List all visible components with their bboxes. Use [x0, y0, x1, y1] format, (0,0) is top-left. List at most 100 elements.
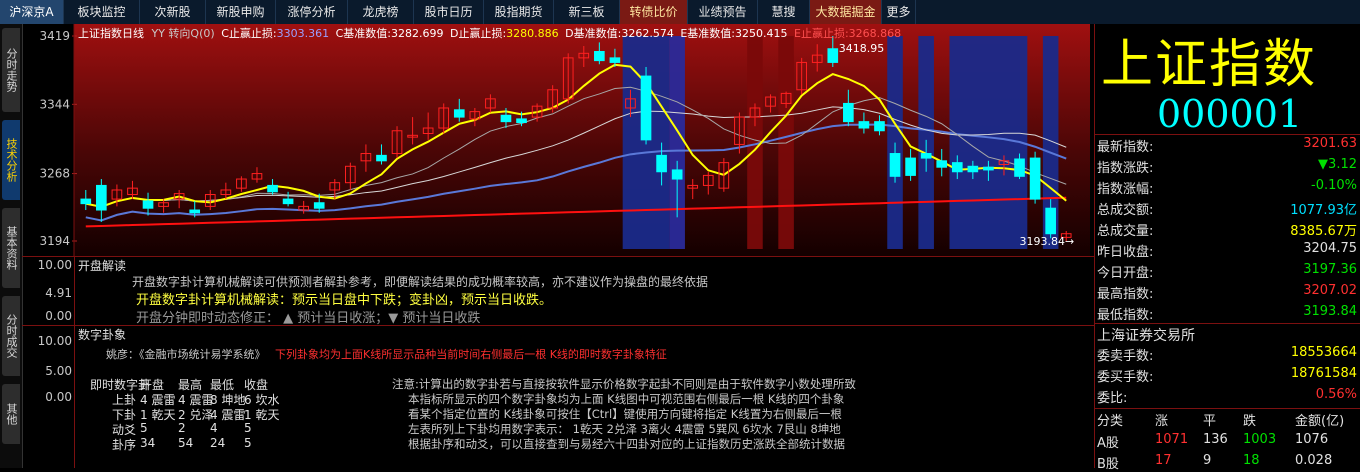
- top-tab-12[interactable]: 大数据掘金: [810, 0, 882, 24]
- source-label: 姚彦：《金融市场统计易学系统》: [106, 348, 266, 361]
- quote-row: 今日开盘: 3197.36: [1097, 262, 1359, 283]
- quote-label: 指数涨跌:: [1097, 161, 1154, 176]
- top-tab-9[interactable]: 转债比价: [620, 0, 688, 24]
- breadth-header-4: 金额(亿): [1295, 414, 1345, 429]
- top-tab-10[interactable]: 业绩预告: [688, 0, 758, 24]
- breadth-header-3: 跌: [1243, 414, 1257, 429]
- breadth-header-0: 分类: [1097, 414, 1124, 429]
- order-label: 委卖手数:: [1097, 349, 1154, 364]
- hex-cell: 5: [140, 421, 148, 435]
- order-row: 委买手数: 18761584: [1097, 366, 1359, 387]
- quote-divider-2: [1095, 323, 1360, 324]
- candle-body: [80, 198, 92, 205]
- order-row: 委卖手数: 18553664: [1097, 345, 1359, 366]
- kline-chart[interactable]: 3419 3344 3268 3194 3418.95 3193.84→: [22, 24, 1094, 256]
- chart-header: 上证指数日线 YY 转向Q(0) C止赢止损:3303.361 C基准数值:32…: [78, 25, 901, 41]
- top-tab-1[interactable]: 板块监控: [64, 0, 140, 24]
- chart-bg: [74, 24, 1090, 256]
- candle-body: [189, 209, 201, 214]
- top-tab-6[interactable]: 股市日历: [414, 0, 484, 24]
- breadth-cell: 17: [1155, 453, 1172, 468]
- exchange-name: 上海证券交易所: [1097, 328, 1195, 344]
- quote-row: 最低指数: 3193.84: [1097, 304, 1359, 325]
- candle-body: [858, 121, 870, 129]
- price-tick: 3268: [39, 167, 70, 181]
- candle-body: [1029, 157, 1041, 200]
- price-tick: 3344: [39, 97, 70, 111]
- candle-body: [640, 75, 652, 141]
- candle-body: [516, 118, 527, 124]
- breadth-cell: 1076: [1295, 432, 1329, 447]
- candle-body: [983, 166, 994, 171]
- top-tab-4[interactable]: 涨停分析: [276, 0, 348, 24]
- quote-value: 3207.02: [1303, 283, 1357, 298]
- index-code: 000001: [1157, 92, 1303, 136]
- candle-body: [313, 202, 325, 209]
- candle-body: [671, 169, 683, 180]
- candle-body: [889, 153, 901, 177]
- p1-y-mid: 4.91: [45, 286, 72, 300]
- hex-cell: 卦序: [112, 438, 137, 452]
- breadth-cell: 9: [1203, 453, 1212, 468]
- top-tab-2[interactable]: 次新股: [140, 0, 206, 24]
- hex-cell: 5: [244, 421, 252, 435]
- quote-panel: 上证指数 000001 最新指数: 3201.63 指数涨跌: ▼3.12 指数涨幅: -…: [1094, 24, 1360, 472]
- breadth-cell: 0.028: [1295, 453, 1333, 468]
- e-stop-value: 3268.868: [848, 27, 902, 40]
- quote-label: 总成交量:: [1097, 224, 1154, 239]
- candle-body: [1014, 158, 1025, 177]
- yaxis-line: [74, 256, 75, 468]
- quote-label: 总成交额:: [1097, 203, 1154, 218]
- panel1-line2: 开盘数字卦计算机械解读：预示当日盘中下跌；变卦凶，预示当日收跌。: [136, 293, 553, 308]
- breadth-cell: 1071: [1155, 432, 1189, 447]
- side-tab-3[interactable]: 分时成交: [2, 296, 20, 376]
- p1-y-bottom: 0.00: [45, 309, 72, 323]
- quote-label: 今日开盘:: [1097, 266, 1154, 281]
- source-text: 下列卦象均为上面K线所显示品种当前时间右侧最后一根 K线的即时数字卦象特征: [275, 348, 667, 361]
- candle-body: [96, 184, 107, 211]
- chart-area: 3419 3344 3268 3194 3418.95 3193.84→ 上证指数日线 Y…: [22, 24, 1094, 468]
- c-base-label: C基准数值:: [335, 27, 391, 40]
- top-tab-8[interactable]: 新三板: [554, 0, 620, 24]
- side-tab-2[interactable]: 基本资料: [2, 208, 20, 288]
- quote-divider: [1095, 134, 1360, 135]
- breadth-cell: 136: [1203, 432, 1228, 447]
- top-tab-5[interactable]: 龙虎榜: [348, 0, 414, 24]
- top-tab-11[interactable]: 慧搜: [758, 0, 810, 24]
- low-annotation: 3193.84→: [1020, 235, 1075, 248]
- candle-body: [267, 184, 278, 193]
- candle-body: [609, 57, 621, 63]
- order-label: 委买手数:: [1097, 370, 1154, 385]
- quote-row: 指数涨跌: ▼3.12: [1097, 157, 1359, 178]
- c-stop-label: C止赢止损:: [221, 27, 277, 40]
- panel-divider-2: [22, 325, 1094, 326]
- side-tab-1[interactable]: 技术分析: [2, 120, 20, 200]
- order-value: 18553664: [1290, 345, 1357, 360]
- candle-body: [453, 109, 465, 118]
- top-tab-13[interactable]: 更多: [882, 0, 916, 24]
- hex-cell: 24: [210, 436, 226, 450]
- side-tab-4[interactable]: 其他: [2, 384, 20, 444]
- candle-body: [843, 102, 854, 123]
- candle-body: [376, 154, 387, 162]
- side-tab-0[interactable]: 分时走势: [2, 28, 20, 112]
- breadth-header-1: 涨: [1155, 414, 1169, 429]
- top-tab-0[interactable]: 沪深京A: [0, 0, 64, 24]
- p2-y-top: 10.00: [37, 334, 72, 348]
- top-tab-3[interactable]: 新股申购: [206, 0, 276, 24]
- top-tab-7[interactable]: 股指期货: [484, 0, 554, 24]
- order-label: 委比:: [1097, 391, 1128, 406]
- chart-series-name: 上证指数日线: [78, 27, 144, 40]
- candle-body: [874, 121, 885, 132]
- breadth-cell: 1003: [1243, 432, 1277, 447]
- quote-label: 最低指数:: [1097, 308, 1154, 323]
- d-stop-value: 3280.886: [506, 27, 559, 40]
- candle-body: [500, 114, 512, 123]
- index-name: 上证指数: [1101, 35, 1318, 95]
- candle-body: [951, 162, 963, 173]
- panel2-title: 数字卦象: [78, 328, 127, 342]
- quote-label: 昨日收盘:: [1097, 245, 1154, 260]
- hexagram-table: 即时数字卦 开盘 最高 最低 收盘 上卦 4 震雷 4 震雷 8 坤地 6 坎水 下卦 1 乾天 2 兑…: [90, 376, 390, 466]
- quote-value: 3204.75: [1303, 241, 1357, 256]
- quote-value: -0.10%: [1311, 178, 1357, 193]
